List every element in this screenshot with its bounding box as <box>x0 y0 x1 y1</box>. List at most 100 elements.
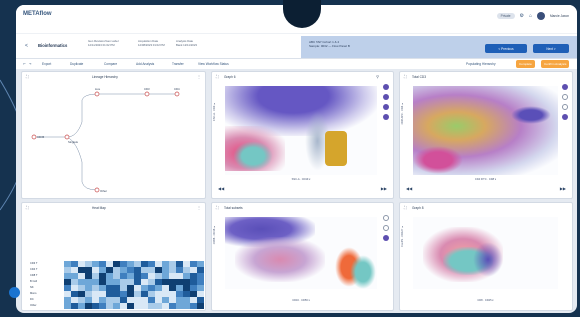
expand-icon[interactable]: ⛶ <box>26 74 29 79</box>
heatmap-cell[interactable] <box>64 291 71 297</box>
heatmap-cell[interactable] <box>127 279 134 285</box>
heatmap-cell[interactable] <box>162 267 169 273</box>
expand-icon[interactable]: ⛶ <box>216 74 219 79</box>
heatmap-cell[interactable] <box>155 279 162 285</box>
y-axis-label[interactable]: FoxP3 · CD127 ▾ <box>401 225 404 247</box>
toolbar-compare[interactable]: Compare <box>104 62 117 66</box>
heatmap-cell[interactable] <box>113 267 120 273</box>
heatmap-cell[interactable] <box>155 267 162 273</box>
heatmap-cell[interactable] <box>120 297 127 303</box>
heatmap-cell[interactable] <box>197 261 204 267</box>
x-axis-label[interactable]: CD16 · CD56 ▾ <box>225 299 377 302</box>
heatmap-cell[interactable] <box>99 291 106 297</box>
heatmap-cell[interactable] <box>197 267 204 273</box>
gate-tool-icon[interactable] <box>383 235 389 241</box>
heatmap-cell[interactable] <box>113 285 120 291</box>
heatmap-cell[interactable] <box>106 261 113 267</box>
heatmap-cell[interactable] <box>155 291 162 297</box>
heatmap-cell[interactable] <box>176 273 183 279</box>
gate-tool-icon[interactable] <box>383 104 389 110</box>
heatmap-cell[interactable] <box>134 261 141 267</box>
heatmap-cell[interactable] <box>78 261 85 267</box>
heatmap-cell[interactable] <box>85 285 92 291</box>
x-axis-label[interactable]: CD4 FITC · CD8 ▾ <box>413 178 558 181</box>
heatmap-cell[interactable] <box>148 279 155 285</box>
next-button[interactable]: Next > <box>533 44 569 53</box>
heatmap-cell[interactable] <box>190 267 197 273</box>
heatmap-cell[interactable] <box>106 297 113 303</box>
prev-icon[interactable]: ◀◀ <box>406 186 412 191</box>
heatmap-cell[interactable] <box>169 273 176 279</box>
heatmap-cell[interactable] <box>176 291 183 297</box>
heatmap-cell[interactable] <box>197 303 204 309</box>
heatmap-cell[interactable] <box>78 267 85 273</box>
heatmap-cell[interactable] <box>190 279 197 285</box>
heatmap-cell[interactable] <box>127 267 134 273</box>
heatmap-cell[interactable] <box>127 285 134 291</box>
heatmap-cell[interactable] <box>120 273 127 279</box>
heatmap-cell[interactable] <box>78 297 85 303</box>
gate-tool-icon[interactable] <box>383 225 389 231</box>
heatmap-cell[interactable] <box>120 267 127 273</box>
heatmap-cell[interactable] <box>85 291 92 297</box>
heatmap-cell[interactable] <box>134 291 141 297</box>
heatmap-cell[interactable] <box>141 273 148 279</box>
heatmap-cell[interactable] <box>134 297 141 303</box>
filter-icon[interactable]: ⚲ <box>376 74 379 79</box>
heatmap-cell[interactable] <box>106 303 113 309</box>
heatmap-cell[interactable] <box>169 291 176 297</box>
heatmap-cell[interactable] <box>64 279 71 285</box>
expand-icon[interactable]: ⛶ <box>216 205 219 210</box>
expand-icon[interactable]: ⛶ <box>404 74 407 79</box>
heatmap-cell[interactable] <box>141 279 148 285</box>
heatmap-cell[interactable] <box>176 261 183 267</box>
heatmap-cell[interactable] <box>92 291 99 297</box>
heatmap-cell[interactable] <box>183 303 190 309</box>
heatmap-cell[interactable] <box>197 279 204 285</box>
heatmap-cell[interactable] <box>92 273 99 279</box>
heatmap-cell[interactable] <box>127 291 134 297</box>
heatmap-cell[interactable] <box>141 291 148 297</box>
heatmap-cell[interactable] <box>176 279 183 285</box>
menu-icon[interactable]: ⋮ <box>197 205 201 210</box>
heatmap-cell[interactable] <box>197 285 204 291</box>
heatmap-cell[interactable] <box>148 267 155 273</box>
heatmap-cell[interactable] <box>183 261 190 267</box>
plan-badge[interactable]: Private <box>496 13 515 19</box>
heatmap-cell[interactable] <box>134 279 141 285</box>
undo-icon[interactable]: ↶ <box>23 62 26 66</box>
heatmap-cell[interactable] <box>197 297 204 303</box>
heatmap-cell[interactable] <box>71 279 78 285</box>
heatmap-cell[interactable] <box>113 291 120 297</box>
heatmap-cell[interactable] <box>71 285 78 291</box>
heatmap-cell[interactable] <box>78 291 85 297</box>
heatmap-cell[interactable] <box>113 303 120 309</box>
heatmap-cell[interactable] <box>120 261 127 267</box>
heatmap-cell[interactable] <box>78 285 85 291</box>
heatmap-cell[interactable] <box>106 279 113 285</box>
y-axis-label[interactable]: FSC-A · CD3 ▾ <box>213 102 216 121</box>
heatmap-cell[interactable] <box>92 267 99 273</box>
heatmap-cell[interactable] <box>64 273 71 279</box>
heatmap-cell[interactable] <box>148 297 155 303</box>
heatmap-cell[interactable] <box>99 261 106 267</box>
heatmap-cell[interactable] <box>183 279 190 285</box>
scatter-plot[interactable] <box>413 217 558 289</box>
chat-bubble-icon[interactable] <box>9 287 20 298</box>
heatmap-cell[interactable] <box>190 261 197 267</box>
gate-tool-icon[interactable] <box>383 94 389 100</box>
heatmap-cell[interactable] <box>127 261 134 267</box>
heatmap-cell[interactable] <box>92 285 99 291</box>
heatmap-cell[interactable] <box>176 303 183 309</box>
heatmap-cell[interactable] <box>162 279 169 285</box>
hierarchy-tree[interactable]: CD45 Singlets Live CD3 CD4 Other <box>22 82 207 197</box>
heatmap-cell[interactable] <box>155 261 162 267</box>
user-name[interactable]: Marcie Jaxon <box>550 14 569 18</box>
next-icon[interactable]: ▶▶ <box>381 186 387 191</box>
heatmap-cell[interactable] <box>85 279 92 285</box>
gate-tool-icon[interactable] <box>383 84 389 90</box>
heatmap-cell[interactable] <box>141 297 148 303</box>
previous-button[interactable]: < Previous <box>485 44 527 53</box>
heatmap-cell[interactable] <box>113 261 120 267</box>
heatmap-cell[interactable] <box>120 303 127 309</box>
